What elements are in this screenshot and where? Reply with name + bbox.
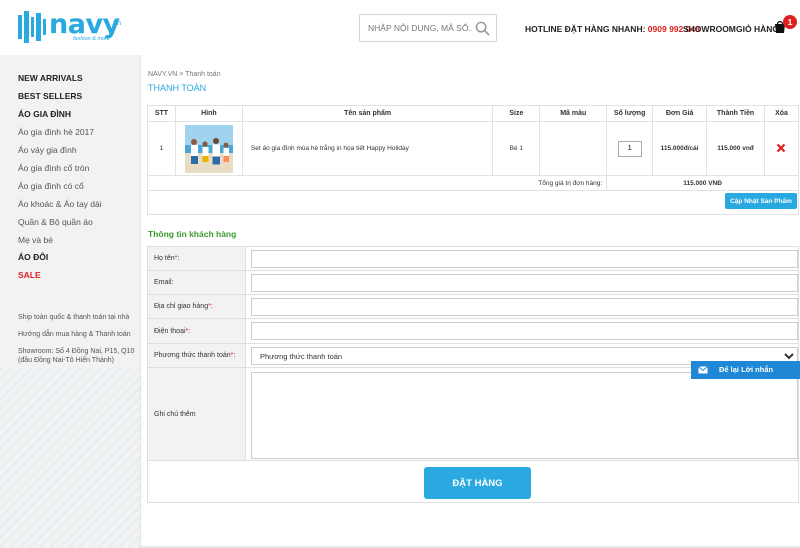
sidebar-item-new-arrivals[interactable]: NEW ARRIVALS: [18, 73, 83, 83]
breadcrumb: NAVY.VN > Thanh toán: [148, 71, 221, 78]
showroom-address-line2: (đầu Đồng Nai-Tô Hiến Thành): [18, 357, 114, 364]
logo-tagline: fashion & more: [73, 36, 110, 42]
sidebar-item-ao-gia-dinh[interactable]: ÁO GIA ĐÌNH: [18, 109, 71, 119]
note-textarea[interactable]: [251, 372, 798, 459]
showroom-address-line1: Showroom: Số 4 Đồng Nai, P15, Q10: [18, 348, 135, 355]
email-field[interactable]: [251, 274, 798, 292]
showroom-address: Showroom: Số 4 Đồng Nai, P15, Q10 (đầu Đ…: [18, 347, 134, 365]
row-delete-cell: [763, 121, 800, 176]
col-header-subtotal: Thành Tiền: [706, 105, 765, 122]
sidebar-item-ao-khoac[interactable]: Áo khoác & Áo tay dài: [18, 199, 102, 209]
cart-table-header-row: STT Hình Tên sản phẩm Size Mã màu Số lượ…: [147, 105, 800, 122]
cart-action-cell: [147, 190, 799, 215]
table-row: 1 Set áo gia đình mùa hè trắng in họa ti…: [147, 121, 800, 176]
form-row-phone: Điện thoại *:: [148, 319, 798, 344]
place-order-button[interactable]: ĐẶT HÀNG: [424, 467, 531, 499]
navy-logo[interactable]: navy .vn fashion & more: [17, 11, 127, 43]
col-header-stt: STT: [147, 105, 176, 122]
row-unit-price: 115.000đ/cái: [652, 121, 708, 176]
hotline-label: HOTLINE ĐẶT HÀNG NHANH:: [525, 24, 646, 34]
leave-message-label: Để lại Lời nhắn: [719, 365, 774, 374]
breadcrumb-separator: >: [177, 71, 186, 78]
cart-count-badge: 1: [783, 15, 797, 29]
email-label: Email:: [148, 271, 246, 294]
breadcrumb-home[interactable]: NAVY.VN: [148, 71, 177, 78]
payment-label: Phương thức thanh toán *:: [148, 344, 246, 367]
col-header-unit-price: Đơn Giá: [652, 105, 708, 122]
purchase-guide-link[interactable]: Hướng dẫn mua hàng & Thanh toán: [18, 330, 131, 339]
delete-icon[interactable]: [776, 143, 786, 153]
cart-total-row: Tổng giá trị đơn hàng: 115.000 VNĐ: [146, 175, 799, 191]
search-input[interactable]: [360, 15, 472, 41]
row-image-cell: [174, 121, 243, 176]
row-size: Bé 1: [492, 121, 541, 176]
form-row-address: Địa chỉ giao hàng *:: [148, 295, 798, 319]
sidebar-item-ao-gia-dinh-co-co[interactable]: Áo gia đình có cổ: [18, 181, 84, 191]
cart-total-value: 115.000 VNĐ: [606, 175, 799, 191]
row-color-code: [539, 121, 608, 176]
mail-icon: [698, 366, 708, 374]
note-label: Ghi chú thêm: [148, 368, 246, 460]
form-row-note: Ghi chú thêm: [148, 368, 798, 461]
name-label: Họ tên *:: [148, 247, 246, 270]
sidebar-item-ao-gia-dinh-he-2017[interactable]: Áo gia đình hè 2017: [18, 127, 94, 137]
sidebar-item-sale[interactable]: SALE: [18, 270, 41, 280]
cart-total-label: Tổng giá trị đơn hàng:: [146, 175, 608, 191]
col-header-quantity: Số lượng: [606, 105, 654, 122]
breadcrumb-current: Thanh toán: [185, 71, 221, 78]
sidebar-pattern: [0, 368, 141, 548]
navy-logo-mark-icon: [18, 11, 46, 43]
product-name-link[interactable]: Set áo gia đình mùa hè trắng in họa tiết…: [241, 121, 494, 176]
name-field[interactable]: [251, 250, 798, 268]
row-qty-cell: [606, 121, 654, 176]
col-header-color-code: Mã màu: [539, 105, 608, 122]
logo-tld: .vn: [111, 18, 122, 27]
phone-field[interactable]: [251, 322, 798, 340]
sidebar-item-me-va-be[interactable]: Mẹ và bé: [18, 235, 53, 245]
address-field[interactable]: [251, 298, 798, 316]
showroom-link[interactable]: SHOWROOM: [683, 24, 736, 34]
hotline: HOTLINE ĐẶT HÀNG NHANH: 0909 992 048: [525, 24, 700, 34]
logo-wordmark: navy: [49, 9, 120, 40]
phone-label: Điện thoại *:: [148, 319, 246, 343]
col-header-image: Hình: [174, 105, 243, 122]
leave-message-widget[interactable]: Để lại Lời nhắn: [691, 361, 800, 379]
col-header-delete: Xóa: [763, 105, 800, 122]
quantity-input[interactable]: [617, 140, 642, 157]
cart-action-row: [147, 190, 799, 215]
search-box: [359, 14, 497, 42]
sidebar-item-ao-doi[interactable]: ÁO ĐÔI: [18, 252, 48, 262]
sidebar-item-ao-vay-gia-dinh[interactable]: Áo váy gia đình: [18, 145, 77, 155]
row-subtotal: 115.000 vnđ: [706, 121, 765, 176]
sidebar-item-ao-gia-dinh-co-tron[interactable]: Áo gia đình cổ tròn: [18, 163, 89, 173]
form-row-name: Họ tên *:: [148, 247, 798, 271]
form-row-email: Email:: [148, 271, 798, 295]
col-header-product-name: Tên sản phẩm: [241, 105, 494, 122]
page-title: THANH TOÁN: [148, 83, 207, 93]
row-stt: 1: [147, 121, 176, 176]
shipping-info-link[interactable]: Ship toàn quốc & thanh toán tại nhà: [18, 313, 129, 322]
sidebar-item-quan-bo[interactable]: Quần & Bộ quần áo: [18, 217, 93, 227]
product-image[interactable]: [184, 124, 233, 173]
col-header-size: Size: [492, 105, 541, 122]
customer-info-title: Thông tin khách hàng: [148, 229, 237, 239]
search-icon[interactable]: [475, 21, 490, 36]
address-label: Địa chỉ giao hàng *:: [148, 295, 246, 318]
sidebar-item-best-sellers[interactable]: BEST SELLERS: [18, 91, 82, 101]
site-header: navy .vn fashion & more HOTLINE ĐẶT HÀNG…: [0, 0, 800, 55]
update-cart-button[interactable]: Cập Nhật Sản Phẩm: [725, 193, 797, 209]
cart-table: STT Hình Tên sản phẩm Size Mã màu Số lượ…: [146, 105, 800, 215]
